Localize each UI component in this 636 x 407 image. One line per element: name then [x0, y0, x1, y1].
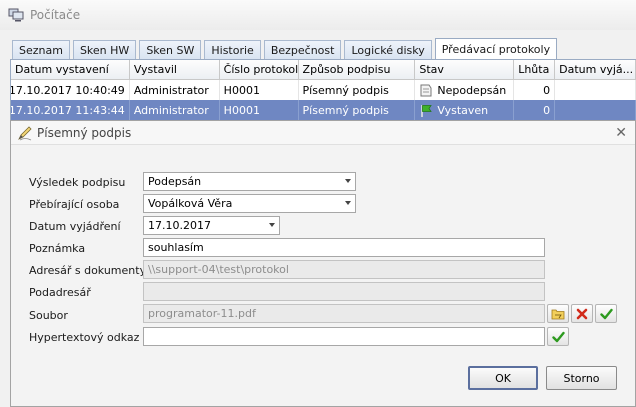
ok-button[interactable]: OK: [468, 366, 538, 390]
red-x-icon: [576, 308, 588, 319]
tab-seznam[interactable]: Seznam: [12, 40, 70, 60]
table-row-selected[interactable]: 17.10.2017 11:43:44 Administrator H0001 …: [11, 100, 636, 120]
tab-logicke-disky[interactable]: Logické disky: [344, 40, 432, 60]
cell-stav: Nepodepsán: [415, 80, 515, 100]
pen-icon: [18, 125, 32, 140]
vysledek-value: Podepsán: [148, 175, 202, 188]
tab-bezpecnost[interactable]: Bezpečnost: [263, 40, 342, 60]
adresar-input: \\support-04\test\protokol: [143, 260, 545, 279]
open-folder-button[interactable]: [547, 304, 569, 323]
status-text: Nepodepsán: [437, 83, 507, 97]
green-flag-icon: [421, 104, 433, 117]
window-title: Počítače: [30, 8, 81, 22]
delete-file-button[interactable]: [571, 304, 593, 323]
label-soubor: Soubor: [29, 309, 68, 322]
column-header-vystavil[interactable]: Vystavil: [129, 60, 220, 80]
poznamka-value: souhlasím: [148, 241, 204, 254]
table-header: Datum vystavení Vystavil Číslo protokolu…: [11, 60, 636, 80]
tab-historie[interactable]: Historie: [204, 40, 261, 60]
column-header-datum-vyj[interactable]: Datum vyjá...: [555, 60, 636, 80]
column-header-cislo[interactable]: Číslo protokolu: [219, 60, 299, 80]
green-check-icon: [551, 331, 565, 342]
odkaz-input[interactable]: [143, 327, 545, 346]
signature-dialog: Písemný podpis ✕ Výsledek podpisu Podeps…: [10, 120, 636, 407]
cell-lhuta: 0: [514, 100, 556, 120]
chevron-down-icon[interactable]: [345, 179, 351, 183]
cell-zpusob: Písemný podpis: [299, 80, 416, 100]
document-icon: [420, 84, 432, 96]
confirm-file-button[interactable]: [595, 304, 617, 323]
osoba-value: Vopálková Věra: [148, 197, 233, 210]
label-poznamka: Poznámka: [29, 242, 86, 255]
status-text: Vystaven: [437, 103, 489, 117]
column-header-lhuta[interactable]: Lhůta: [514, 60, 556, 80]
confirm-link-button[interactable]: [547, 327, 569, 346]
column-header-stav[interactable]: Stav: [415, 60, 515, 80]
tab-strip: Seznam Sken HW Sken SW Historie Bezpečno…: [12, 38, 560, 60]
soubor-value: programator-11.pdf: [148, 307, 256, 320]
cell-cislo: H0001: [220, 100, 299, 120]
window-title-bar: Počítače: [0, 0, 636, 30]
adresar-value: \\support-04\test\protokol: [148, 263, 289, 276]
label-adresar: Adresář s dokumenty: [29, 264, 147, 277]
tab-sken-hw[interactable]: Sken HW: [72, 40, 137, 60]
dialog-title-bar: Písemný podpis: [11, 121, 635, 145]
cell-cislo: H0001: [220, 80, 299, 100]
cell-datum-vyj: [555, 80, 636, 100]
cell-vystavil: Administrator: [130, 100, 220, 120]
cell-stav: Vystaven: [415, 100, 515, 120]
cell-datum-vyj: [555, 100, 636, 120]
podadresar-input: [143, 282, 545, 301]
label-podadresar: Podadresář: [29, 286, 91, 299]
tab-sken-sw[interactable]: Sken SW: [139, 40, 202, 60]
datum-value: 17.10.2017: [148, 219, 211, 232]
label-datum: Datum vyjádření: [29, 220, 121, 233]
cell-lhuta: 0: [514, 80, 556, 100]
folder-icon: [551, 309, 565, 319]
computers-icon: [8, 8, 24, 22]
green-check-icon: [599, 308, 613, 319]
label-vysledek: Výsledek podpisu: [29, 176, 126, 189]
cancel-button[interactable]: Storno: [546, 366, 617, 390]
column-header-datum[interactable]: Datum vystavení: [11, 60, 130, 80]
close-icon[interactable]: ✕: [615, 126, 627, 140]
osoba-select[interactable]: Vopálková Věra: [143, 194, 356, 213]
chevron-down-icon[interactable]: [269, 223, 275, 227]
tab-predavaci-protokoly[interactable]: Předávací protokoly: [434, 38, 558, 60]
datum-picker[interactable]: 17.10.2017: [143, 216, 280, 235]
column-header-zpusob[interactable]: Způsob podpisu: [298, 60, 416, 80]
vysledek-select[interactable]: Podepsán: [143, 172, 356, 191]
chevron-down-icon[interactable]: [345, 201, 351, 205]
cell-zpusob: Písemný podpis: [299, 100, 416, 120]
label-osoba: Přebírající osoba: [29, 198, 120, 211]
cell-vystavil: Administrator: [130, 80, 220, 100]
table-row[interactable]: 17.10.2017 10:40:49 Administrator H0001 …: [11, 80, 636, 100]
protocols-table: Datum vystavení Vystavil Číslo protokolu…: [10, 60, 636, 120]
label-odkaz: Hypertextový odkaz: [29, 331, 140, 344]
poznamka-input[interactable]: souhlasím: [143, 238, 545, 257]
cell-datum: 17.10.2017 10:40:49: [11, 80, 130, 100]
soubor-input: programator-11.pdf: [143, 304, 545, 323]
dialog-title: Písemný podpis: [37, 125, 132, 140]
cell-datum: 17.10.2017 11:43:44: [11, 100, 130, 120]
